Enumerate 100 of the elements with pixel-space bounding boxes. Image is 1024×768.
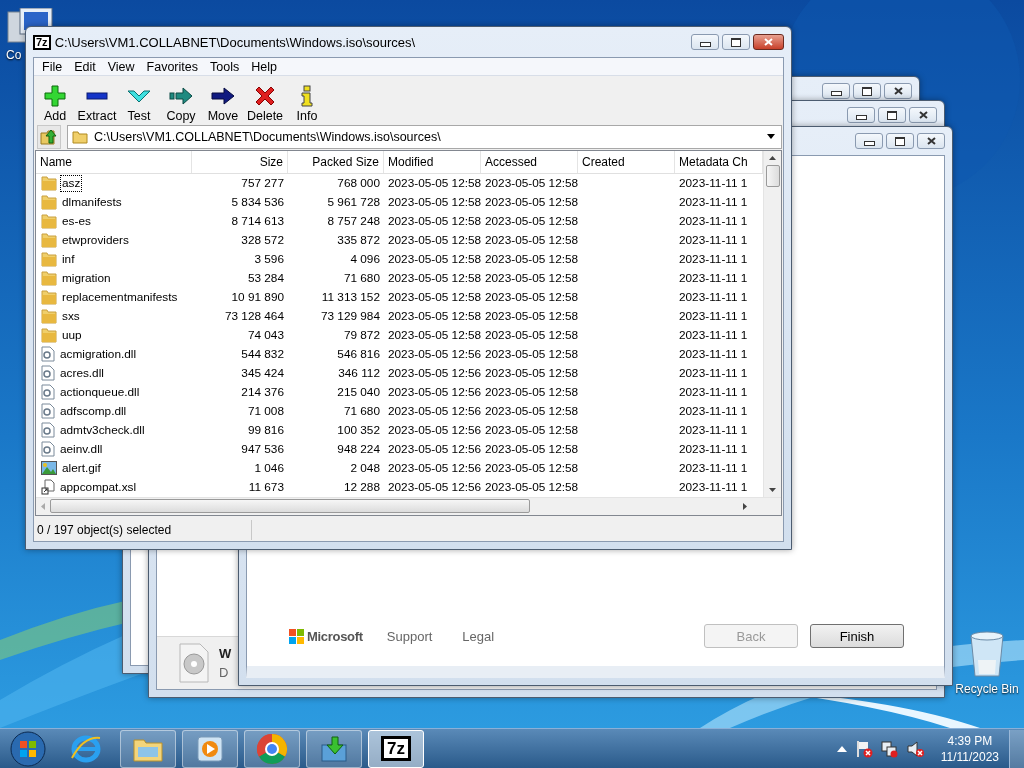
name-cell[interactable]: inf [36, 249, 192, 269]
table-cell-text: 2023-11-11 1 [678, 440, 749, 458]
horizontal-scrollbar[interactable] [36, 496, 781, 515]
taskbar-media-button[interactable] [182, 729, 238, 768]
menu-item[interactable]: Help [245, 59, 283, 74]
name-cell[interactable]: appcompat.xsl [36, 477, 192, 497]
taskbar-explorer-button[interactable] [120, 729, 176, 768]
toolbar-move-button[interactable]: Move [202, 77, 244, 124]
minimize-button[interactable] [847, 107, 875, 123]
table-cell-text: 2023-05-05 12:58 [484, 269, 578, 287]
name-cell[interactable]: replacementmanifests [36, 287, 192, 307]
maximize-button[interactable] [722, 34, 750, 50]
column-header[interactable]: Created [578, 150, 675, 173]
name-cell[interactable]: migration [36, 268, 192, 288]
menu-item[interactable]: Favorites [140, 59, 204, 74]
menu-item[interactable]: Tools [204, 59, 246, 74]
column-header[interactable]: Packed Size [288, 150, 384, 173]
footer-link[interactable]: Support [386, 628, 433, 644]
table-cell-text: 2023-05-05 12:56 [387, 478, 481, 496]
scroll-thumb[interactable] [765, 164, 780, 187]
app-logo: 7z [381, 736, 411, 761]
download-arrow-icon [319, 734, 349, 763]
column-header[interactable]: Name [36, 150, 192, 173]
folder-icon [41, 232, 57, 249]
table-cell-text: 2023-05-05 12:58 [484, 250, 578, 268]
name-cell[interactable]: actionqueue.dll [36, 382, 192, 402]
show-hidden-icons-icon[interactable] [836, 744, 847, 753]
table-cell-text: 2023-05-05 12:58 [484, 193, 578, 211]
table-cell-text: 2023-05-05 12:58 [387, 193, 481, 211]
table-cell-text: 2023-05-05 12:58 [387, 307, 481, 325]
table-cell-text: 2023-11-11 1 [678, 269, 749, 287]
taskbar-archiver-button[interactable]: 7z [368, 729, 424, 768]
taskbar-installer-button[interactable] [306, 729, 362, 768]
window-title: C:\Users\VM1.COLLABNET\Documents\Windows.iso\sources\ [54, 34, 416, 50]
speaker-muted-icon[interactable] [906, 739, 925, 758]
name-cell[interactable]: dlmanifests [36, 192, 192, 212]
dropdown-arrow-icon[interactable] [767, 134, 775, 139]
name-cell[interactable]: acres.dll [36, 363, 192, 383]
name-cell[interactable]: uup [36, 325, 192, 345]
minimize-button[interactable] [691, 34, 719, 50]
item-subtitle: D [219, 665, 230, 680]
name-cell[interactable]: es-es [36, 211, 192, 231]
up-folder-button[interactable] [37, 124, 61, 149]
close-button[interactable] [884, 83, 912, 99]
column-header[interactable]: Modified [384, 150, 481, 173]
table-cell-text: 2023-05-05 12:58 [484, 478, 578, 496]
toolbar-info-button[interactable]: Info [286, 77, 328, 124]
menu-item[interactable]: View [101, 59, 141, 74]
toolbar-extract-button[interactable]: Extract [76, 77, 118, 124]
maximize-button[interactable] [878, 107, 906, 123]
name-cell[interactable]: aeinv.dll [36, 439, 192, 459]
menu-item[interactable]: Edit [68, 59, 102, 74]
table-cell-text: 2023-05-05 12:56 [387, 440, 481, 458]
table-cell-text: 335 872 [336, 231, 381, 249]
column-header[interactable]: Accessed [481, 150, 578, 173]
vertical-scrollbar[interactable] [763, 150, 781, 497]
toolbar-add-button[interactable]: Add [34, 77, 76, 124]
desktop-icon-label[interactable]: Co [6, 48, 22, 62]
scroll-thumb[interactable] [50, 499, 530, 514]
table-cell-text: 544 832 [240, 345, 285, 363]
table-cell-text: 2023-11-11 1 [678, 307, 749, 325]
name-cell[interactable]: sxs [36, 306, 192, 326]
maximize-button[interactable] [853, 83, 881, 99]
clock-time[interactable]: 4:39 PM [947, 733, 993, 748]
toolbar-test-button[interactable]: Test [118, 77, 160, 124]
table-cell-text: 2023-05-05 12:56 [387, 364, 481, 382]
name-cell[interactable]: acmigration.dll [36, 344, 192, 364]
table-cell-text: 71 680 [342, 269, 381, 287]
close-button[interactable] [753, 34, 784, 50]
maximize-button[interactable] [886, 133, 914, 149]
network-alert-icon[interactable] [880, 739, 899, 758]
close-button[interactable] [909, 107, 937, 123]
name-cell[interactable]: etwproviders [36, 230, 192, 250]
flag-alert-icon[interactable] [854, 739, 873, 758]
file-gear-icon [41, 422, 55, 439]
menu-item[interactable]: File [36, 59, 69, 74]
close-button[interactable] [917, 133, 945, 149]
name-cell[interactable]: adfscomp.dll [36, 401, 192, 421]
table-cell-text: 2023-11-11 1 [678, 478, 749, 496]
toolbar-delete-button[interactable]: Delete [244, 77, 286, 124]
minimize-button[interactable] [822, 83, 850, 99]
path-text: C:\Users\VM1.COLLABNET\Documents\Windows.iso\sources\ [94, 129, 441, 144]
clock-date[interactable]: 11/11/2023 [940, 749, 999, 764]
name-cell[interactable]: admtv3check.dll [36, 420, 192, 440]
start-button[interactable] [8, 728, 48, 768]
table-cell-text: 2023-05-05 12:58 [484, 345, 578, 363]
taskbar-chrome-button[interactable] [244, 729, 300, 768]
table-cell-text: 1 046 [253, 459, 285, 477]
minimize-button[interactable] [855, 133, 883, 149]
name-cell[interactable]: alert.gif [36, 458, 192, 478]
column-header[interactable]: Size [192, 150, 288, 173]
chrome-icon [256, 732, 288, 765]
table-cell-text: 2023-05-05 12:58 [387, 326, 481, 344]
recycle-bin-icon[interactable] [968, 630, 1006, 678]
name-cell[interactable]: asz [36, 173, 192, 193]
path-combo-box[interactable]: C:\Users\VM1.COLLABNET\Documents\Windows.iso\sources\ [67, 124, 782, 149]
toolbar-copy-button[interactable]: Copy [160, 77, 202, 124]
finish-button[interactable]: Finish [810, 624, 904, 648]
footer-link[interactable]: Legal [462, 628, 495, 644]
table-cell-text: 2023-05-05 12:58 [484, 402, 578, 420]
